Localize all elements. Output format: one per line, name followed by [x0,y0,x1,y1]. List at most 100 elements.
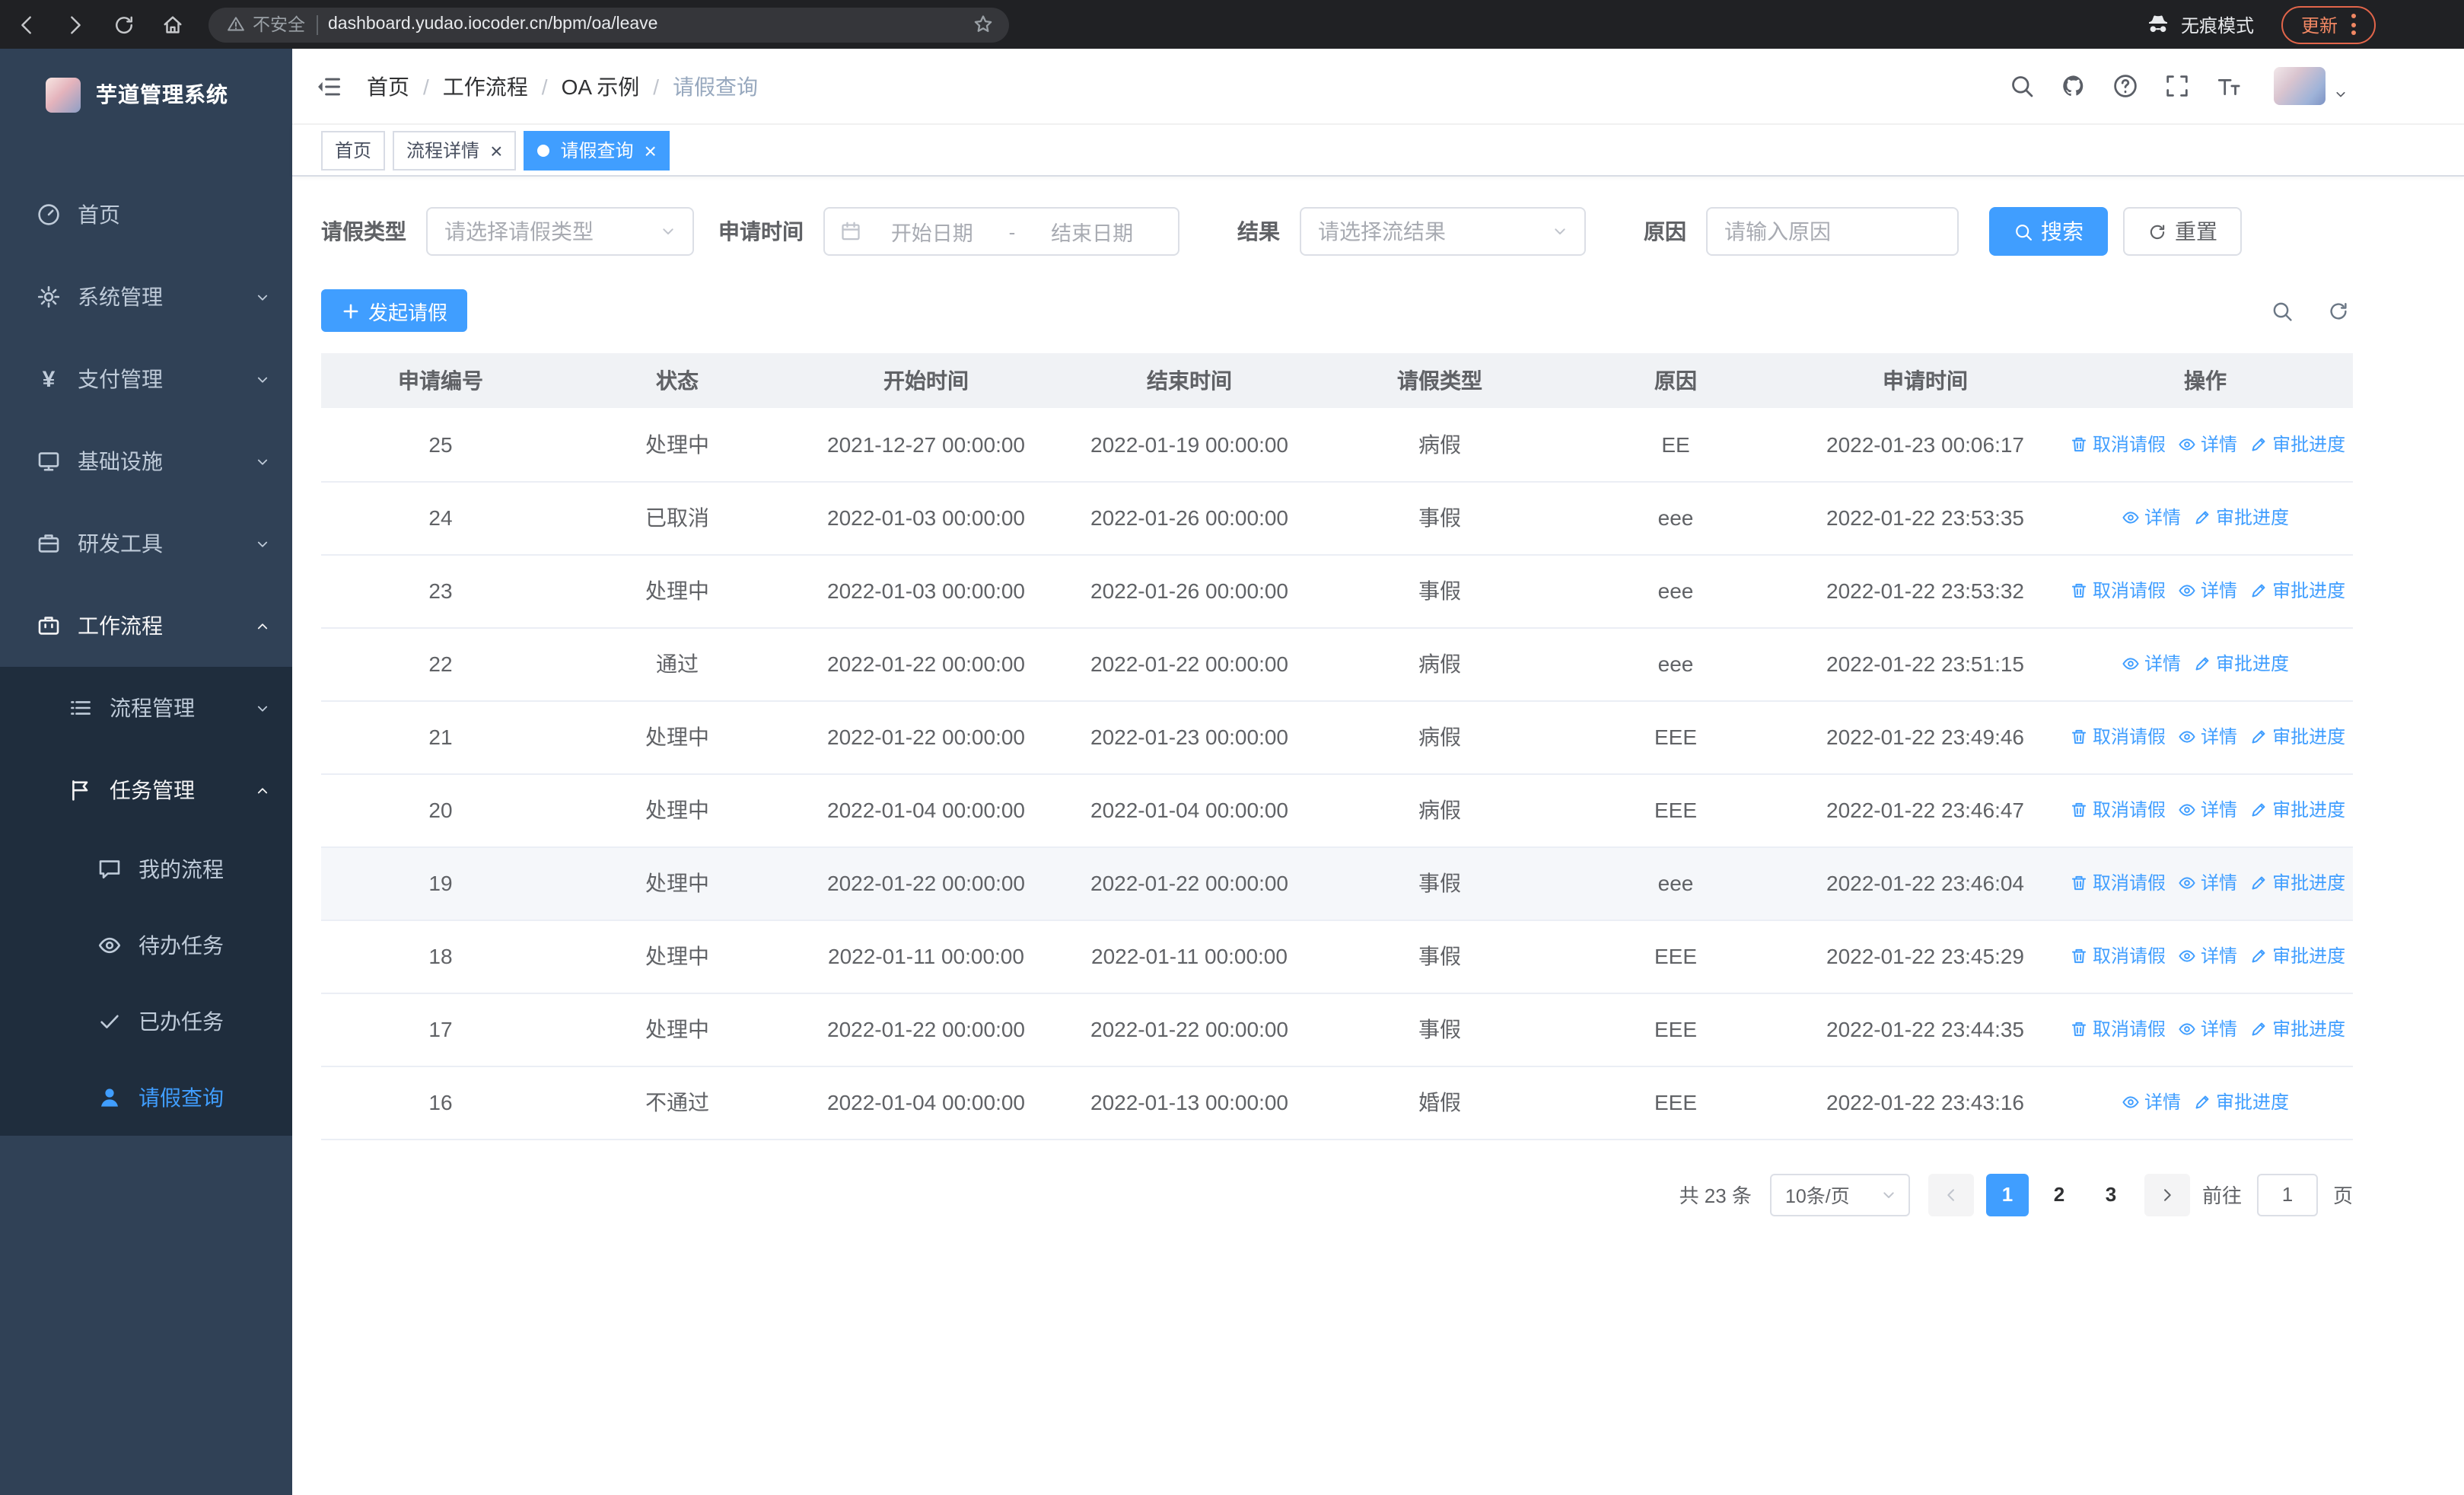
sidebar-item-workflow[interactable]: 工作流程 [0,585,292,667]
table-row: 23 处理中 2022-01-03 00:00:00 2022-01-26 00:00… [321,554,2353,628]
cancel-leave-link[interactable]: 取消请假 [2070,724,2166,750]
detail-link[interactable]: 详情 [2178,431,2237,457]
detail-link[interactable]: 详情 [2122,651,2181,677]
security-chip[interactable]: 不安全 [227,12,305,37]
approval-progress-link[interactable]: 审批进度 [2249,1016,2345,1042]
font-size-icon[interactable] [2216,73,2242,99]
tab-leave-query[interactable]: 请假查询 × [524,130,670,170]
goto-page-input[interactable] [2256,1173,2318,1216]
next-page-button[interactable] [2144,1173,2190,1216]
sidebar-item-task-mgmt[interactable]: 任务管理 [0,749,292,831]
forward-icon[interactable] [64,13,87,36]
leave-type-select[interactable]: 请选择请假类型 [426,207,694,256]
approval-progress-link[interactable]: 审批进度 [2193,651,2289,677]
breadcrumb-item[interactable]: 工作流程 [443,71,528,101]
page-button-3[interactable]: 3 [2090,1173,2132,1216]
result-select[interactable]: 请选择流结果 [1300,207,1586,256]
cell-reason: eee [1558,627,1793,701]
fullscreen-icon[interactable] [2164,73,2190,99]
breadcrumb-item[interactable]: OA 示例 [562,71,640,101]
tab-home[interactable]: 首页 [321,130,386,170]
back-icon[interactable] [15,13,38,36]
toggle-search-icon[interactable] [2271,299,2294,322]
approval-progress-link[interactable]: 审批进度 [2249,797,2345,823]
cancel-leave-link[interactable]: 取消请假 [2070,1016,2166,1042]
refresh-icon [2147,222,2167,241]
detail-link[interactable]: 详情 [2178,724,2237,750]
sidebar-item-todo-tasks[interactable]: 待办任务 [0,907,292,983]
view-icon [2178,947,2196,965]
page-button-1[interactable]: 1 [1985,1173,2029,1216]
action-label: 取消请假 [2093,799,2166,821]
sidebar-item-dev-tools[interactable]: 研发工具 [0,502,292,585]
page-button-2[interactable]: 2 [2038,1173,2080,1216]
action-label: 取消请假 [2093,945,2166,967]
home-icon[interactable] [161,13,184,36]
approval-progress-link[interactable]: 审批进度 [2249,870,2345,896]
cancel-leave-link[interactable]: 取消请假 [2070,431,2166,457]
sidebar-item-infrastructure[interactable]: 基础设施 [0,420,292,502]
detail-link[interactable]: 详情 [2178,943,2237,969]
approval-progress-link[interactable]: 审批进度 [2193,505,2289,531]
detail-link[interactable]: 详情 [2178,797,2237,823]
close-icon[interactable]: × [644,139,656,161]
page-numbers: 123 [1985,1173,2132,1216]
cancel-leave-link[interactable]: 取消请假 [2070,578,2166,604]
page-size-select[interactable]: 10条/页 [1769,1173,1910,1216]
gear-icon [35,285,62,309]
detail-link[interactable]: 详情 [2122,505,2181,531]
approval-progress-link[interactable]: 审批进度 [2249,943,2345,969]
breadcrumb-item[interactable]: 首页 [367,71,409,101]
cancel-leave-link[interactable]: 取消请假 [2070,943,2166,969]
search-button[interactable]: 搜索 [1989,207,2108,256]
detail-link[interactable]: 详情 [2178,578,2237,604]
sidebar-item-system-mgmt[interactable]: 系统管理 [0,256,292,338]
column-header: 结束时间 [1058,353,1321,408]
url-text[interactable]: dashboard.yudao.iocoder.cn/bpm/oa/leave [328,15,962,33]
help-icon[interactable] [2112,73,2138,99]
cancel-leave-link[interactable]: 取消请假 [2070,797,2166,823]
app-logo[interactable]: 芋道管理系统 [0,49,292,140]
browser-nav-buttons [15,13,184,36]
detail-link[interactable]: 详情 [2122,1089,2181,1115]
browser-menu-icon[interactable] [2351,14,2356,35]
refresh-table-icon[interactable] [2327,299,2350,322]
reason-input[interactable] [1706,207,1959,256]
approval-progress-link[interactable]: 审批进度 [2193,1089,2289,1115]
navbar-actions [2009,67,2348,105]
sidebar-item-leave-query[interactable]: 请假查询 [0,1060,292,1136]
reset-button[interactable]: 重置 [2123,207,2242,256]
github-icon[interactable] [2061,73,2087,99]
bookmark-star-icon[interactable] [973,14,994,35]
sidebar-item-done-tasks[interactable]: 已办任务 [0,983,292,1060]
sidebar-item-my-process[interactable]: 我的流程 [0,831,292,907]
approval-progress-link[interactable]: 审批进度 [2249,431,2345,457]
sidebar-item-process-mgmt[interactable]: 流程管理 [0,667,292,749]
reload-icon[interactable] [113,13,135,36]
search-icon [2014,222,2033,241]
sidebar-item-home[interactable]: 首页 [0,174,292,256]
user-avatar[interactable] [2274,67,2348,105]
cell-start-time: 2022-01-04 00:00:00 [794,1066,1058,1140]
sidebar-toggle-icon[interactable] [315,72,342,100]
dashboard-icon [35,202,62,227]
cell-apply-time: 2022-01-22 23:49:46 [1793,700,2058,774]
apply-time-range-picker[interactable]: 开始日期 - 结束日期 [823,207,1179,256]
detail-link[interactable]: 详情 [2178,1016,2237,1042]
approval-progress-link[interactable]: 审批进度 [2249,724,2345,750]
cell-status: 处理中 [560,773,794,847]
detail-link[interactable]: 详情 [2178,870,2237,896]
close-icon[interactable]: × [490,139,502,161]
cell-reason: EEE [1558,993,1793,1066]
header-search-icon[interactable] [2009,73,2035,99]
update-button[interactable]: 更新 [2281,5,2376,43]
sidebar-item-payment-mgmt[interactable]: ¥ 支付管理 [0,338,292,420]
approval-progress-link[interactable]: 审批进度 [2249,578,2345,604]
url-bar[interactable]: 不安全 dashboard.yudao.iocoder.cn/bpm/oa/le… [209,7,1009,42]
cancel-leave-link[interactable]: 取消请假 [2070,870,2166,896]
column-header: 原因 [1558,353,1793,408]
tab-process-detail[interactable]: 流程详情 × [393,130,517,170]
prev-page-button[interactable] [1928,1173,1974,1216]
create-leave-button[interactable]: 发起请假 [321,289,468,332]
cell-actions: 取消请假 详情 审批进度 [2058,408,2353,482]
